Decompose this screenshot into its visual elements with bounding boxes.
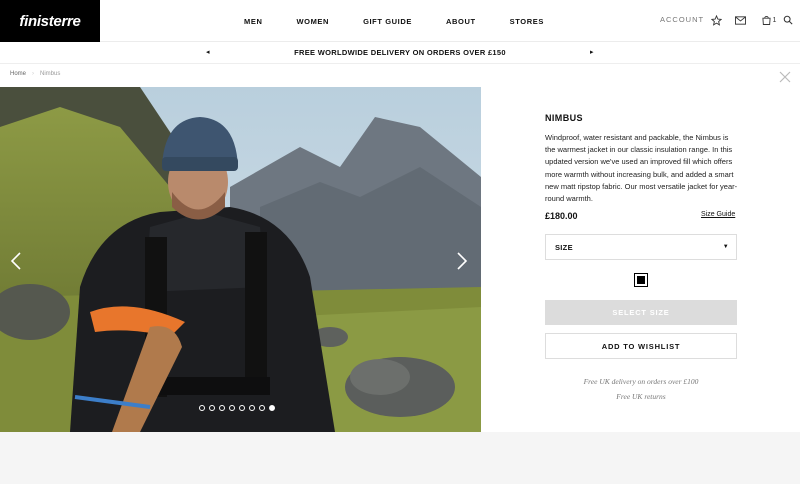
gallery-prev-icon[interactable]	[10, 252, 24, 270]
size-select[interactable]: SIZE ▼	[545, 234, 737, 260]
footer-band	[0, 432, 800, 484]
nav-item-men[interactable]: MEN	[244, 17, 262, 26]
nav-item-gift-guide[interactable]: GIFT GUIDE	[363, 17, 412, 26]
product-name: NIMBUS	[545, 113, 583, 123]
colour-swatch-fill	[637, 276, 645, 284]
breadcrumb-separator: ›	[32, 71, 35, 77]
returns-note: Free UK returns	[616, 392, 666, 401]
product-price: £180.00	[545, 211, 578, 221]
account-link[interactable]: ACCOUNT	[660, 15, 704, 24]
nav-item-women[interactable]: WOMEN	[296, 17, 329, 26]
product-description: Windproof, water resistant and packable,…	[545, 133, 738, 204]
delivery-note: Free UK delivery on orders over £100	[583, 377, 699, 386]
breadcrumb: Home › Nimbus	[10, 71, 60, 77]
select-size-button[interactable]: SELECT SIZE	[545, 300, 737, 325]
promo-next-icon[interactable]: ▸	[590, 48, 594, 56]
chevron-down-icon: ▼	[722, 244, 729, 250]
main-nav: MEN WOMEN GIFT GUIDE ABOUT STORES	[244, 0, 578, 42]
promo-bar: ◂ FREE WORLDWIDE DELIVERY ON ORDERS OVER…	[0, 42, 800, 64]
add-to-wishlist-button[interactable]: ADD TO WISHLIST	[545, 333, 737, 359]
nav-item-stores[interactable]: STORES	[510, 17, 544, 26]
size-guide-link[interactable]: Size Guide	[701, 211, 735, 218]
gallery-next-icon[interactable]	[456, 252, 470, 270]
breadcrumb-home[interactable]: Home	[10, 71, 26, 77]
gallery-dot[interactable]	[269, 405, 275, 411]
gallery-dot[interactable]	[249, 405, 255, 411]
bag-icon[interactable]: 1	[759, 13, 779, 27]
gallery-dot[interactable]	[209, 405, 215, 411]
breadcrumb-current: Nimbus	[40, 71, 61, 77]
close-icon[interactable]	[779, 70, 793, 84]
size-select-label: SIZE	[555, 242, 573, 252]
gallery-dots	[199, 405, 275, 411]
logo-text: finisterre	[19, 12, 81, 30]
promo-prev-icon[interactable]: ◂	[206, 48, 210, 56]
product-gallery[interactable]	[0, 87, 481, 432]
bag-count: 1	[772, 16, 777, 24]
product-photo	[0, 87, 481, 432]
colour-swatch-black[interactable]	[634, 273, 648, 287]
brand-logo[interactable]: finisterre	[0, 0, 100, 42]
promo-text: FREE WORLDWIDE DELIVERY ON ORDERS OVER £…	[294, 48, 506, 57]
gallery-dot[interactable]	[199, 405, 205, 411]
gallery-dot[interactable]	[229, 405, 235, 411]
gallery-dot[interactable]	[239, 405, 245, 411]
gallery-dot[interactable]	[219, 405, 225, 411]
nav-item-about[interactable]: ABOUT	[446, 17, 476, 26]
site-header: finisterre MEN WOMEN GIFT GUIDE ABOUT ST…	[0, 0, 800, 42]
gallery-dot[interactable]	[259, 405, 265, 411]
star-icon[interactable]	[709, 13, 723, 27]
search-icon[interactable]	[781, 13, 795, 27]
mail-icon[interactable]	[733, 13, 747, 27]
